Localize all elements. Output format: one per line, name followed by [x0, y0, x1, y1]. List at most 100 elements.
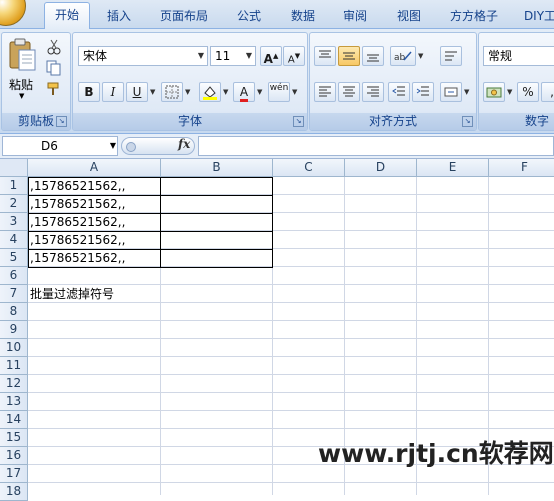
number-group: 常规 ▼ % , 数字 [478, 32, 554, 131]
row-header[interactable]: 15 [0, 429, 28, 447]
font-color-dropdown-icon[interactable]: ▼ [257, 88, 262, 96]
row-header[interactable]: 10 [0, 339, 28, 357]
tab-data[interactable]: 数据 [282, 6, 324, 28]
align-bottom-button[interactable] [362, 46, 384, 66]
align-left-button[interactable] [314, 82, 336, 102]
ribbon-tab-bar: 开始 插入 页面布局 公式 数据 审阅 视图 方方格子 DIY工 [0, 0, 554, 29]
row-header[interactable]: 18 [0, 483, 28, 501]
column-header[interactable]: C [273, 159, 345, 177]
row-header[interactable]: 7 [0, 285, 28, 303]
fill-color-button[interactable] [199, 82, 221, 102]
column-header[interactable]: D [345, 159, 417, 177]
alignment-launcher-icon[interactable]: ↘ [462, 116, 473, 127]
align-right-icon [367, 86, 379, 97]
office-button[interactable] [0, 0, 26, 26]
cell-A4[interactable]: ,15786521562,, [28, 231, 161, 249]
paste-button[interactable]: 粘贴 ▼ [5, 36, 39, 106]
row-header[interactable]: 13 [0, 393, 28, 411]
chevron-down-icon: ▼ [109, 141, 116, 150]
chevron-down-icon: ▼ [245, 51, 253, 60]
font-name-select[interactable]: 宋体 ▼ [78, 46, 208, 66]
row-header[interactable]: 1 [0, 177, 28, 195]
row-header[interactable]: 16 [0, 447, 28, 465]
borders-icon [165, 85, 179, 99]
copy-icon[interactable] [46, 60, 62, 76]
font-color-button[interactable]: A [233, 82, 255, 102]
align-middle-button[interactable] [338, 46, 360, 66]
tab-fangfang[interactable]: 方方格子 [442, 6, 506, 28]
wrap-text-button[interactable] [440, 46, 462, 66]
tab-review[interactable]: 审阅 [334, 6, 376, 28]
number-format-select[interactable]: 常规 [483, 46, 554, 66]
increase-indent-button[interactable] [412, 82, 434, 102]
clipboard-launcher-icon[interactable]: ↘ [56, 116, 67, 127]
tab-page-layout[interactable]: 页面布局 [152, 6, 216, 28]
column-header[interactable]: F [489, 159, 554, 177]
row-header[interactable]: 17 [0, 465, 28, 483]
alignment-group: ab ▼ ▼ 对齐方式 ↘ [309, 32, 477, 131]
fill-color-dropdown-icon[interactable]: ▼ [223, 88, 228, 96]
borders-dropdown-icon[interactable]: ▼ [185, 88, 190, 96]
borders-button[interactable] [161, 82, 183, 102]
orientation-button[interactable]: ab [390, 46, 416, 66]
percent-button[interactable]: % [517, 82, 539, 102]
align-top-button[interactable] [314, 46, 336, 66]
column-header[interactable]: A [28, 159, 161, 177]
row-header[interactable]: 9 [0, 321, 28, 339]
orientation-dropdown-icon[interactable]: ▼ [418, 52, 423, 60]
font-color-icon: A [239, 85, 249, 102]
phonetic-dropdown-icon[interactable]: ▼ [292, 88, 297, 96]
merge-center-button[interactable] [440, 82, 462, 102]
number-format-value: 常规 [488, 49, 513, 63]
align-center-button[interactable] [338, 82, 360, 102]
cell-A5[interactable]: ,15786521562,, [28, 249, 161, 267]
format-painter-icon[interactable] [46, 81, 62, 97]
cut-icon[interactable] [46, 39, 62, 55]
row-header[interactable]: 5 [0, 249, 28, 267]
decrease-indent-button[interactable] [388, 82, 410, 102]
grow-font-button[interactable]: A▲ [260, 46, 282, 66]
tab-diy[interactable]: DIY工 [518, 6, 554, 28]
merge-dropdown-icon[interactable]: ▼ [464, 88, 469, 96]
currency-button[interactable] [483, 82, 505, 102]
font-group: 宋体 ▼ 11 ▼ A▲ A▼ B I U ▼ ▼ ▼ A ▼ wén ▼ 字体… [72, 32, 308, 131]
row-header[interactable]: 12 [0, 375, 28, 393]
name-box[interactable]: D6 ▼ [2, 136, 118, 156]
tab-home[interactable]: 开始 [44, 2, 90, 29]
phonetic-button[interactable]: wén [268, 82, 290, 102]
cell-A3[interactable]: ,15786521562,, [28, 213, 161, 231]
cell-A7[interactable]: 批量过滤掉符号 [28, 285, 188, 303]
bold-button[interactable]: B [78, 82, 100, 102]
font-launcher-icon[interactable]: ↘ [293, 116, 304, 127]
tab-formulas[interactable]: 公式 [228, 6, 270, 28]
currency-dropdown-icon[interactable]: ▼ [507, 88, 512, 96]
cell-A2[interactable]: ,15786521562,, [28, 195, 161, 213]
row-header[interactable]: 6 [0, 267, 28, 285]
underline-button[interactable]: U [126, 82, 148, 102]
tab-insert[interactable]: 插入 [98, 6, 140, 28]
tab-view[interactable]: 视图 [388, 6, 430, 28]
insert-function-button[interactable]: fx [178, 137, 190, 151]
font-size-select[interactable]: 11 ▼ [210, 46, 256, 66]
select-all-button[interactable] [0, 159, 28, 177]
row-header[interactable]: 8 [0, 303, 28, 321]
column-header[interactable]: E [417, 159, 489, 177]
italic-button[interactable]: I [102, 82, 124, 102]
row-header[interactable]: 14 [0, 411, 28, 429]
row-header[interactable]: 11 [0, 357, 28, 375]
formula-input[interactable] [198, 136, 554, 156]
paste-icon [9, 38, 36, 71]
increase-indent-icon [416, 86, 429, 96]
underline-dropdown-icon[interactable]: ▼ [150, 88, 155, 96]
cell-A1[interactable]: ,15786521562,, [28, 177, 161, 195]
align-bottom-icon [367, 54, 379, 62]
align-left-icon [319, 86, 331, 97]
row-header[interactable]: 2 [0, 195, 28, 213]
row-header[interactable]: 4 [0, 231, 28, 249]
comma-button[interactable]: , [541, 82, 554, 102]
column-header[interactable]: B [161, 159, 273, 177]
align-right-button[interactable] [362, 82, 384, 102]
phonetic-icon: wén [269, 83, 289, 93]
shrink-font-button[interactable]: A▼ [283, 46, 305, 66]
row-header[interactable]: 3 [0, 213, 28, 231]
